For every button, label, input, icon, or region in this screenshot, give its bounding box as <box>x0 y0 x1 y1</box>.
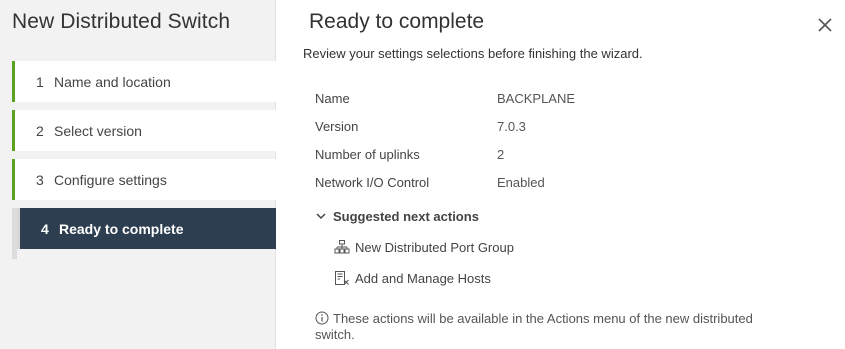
step-select-version[interactable]: 2 Select version <box>12 110 276 151</box>
summary-row: Name BACKPLANE <box>315 84 575 112</box>
wizard-steps: 1 Name and location 2 Select version 3 C… <box>12 61 276 257</box>
action-add-and-manage-hosts[interactable]: Add and Manage Hosts <box>334 268 795 288</box>
step-label: Select version <box>54 122 142 139</box>
info-icon <box>315 311 329 325</box>
page-title: Ready to complete <box>309 10 485 33</box>
step-label: Ready to complete <box>59 220 184 237</box>
action-label: Add and Manage Hosts <box>355 270 491 286</box>
step-name-and-location[interactable]: 1 Name and location <box>12 61 276 102</box>
next-actions-header: Suggested next actions <box>333 208 479 224</box>
wizard-title: New Distributed Switch <box>12 10 231 33</box>
summary-key: Version <box>315 118 359 134</box>
summary-row: Number of uplinks 2 <box>315 140 575 168</box>
step-configure-settings[interactable]: 3 Configure settings <box>12 159 276 200</box>
close-button[interactable] <box>815 15 835 35</box>
step-label: Name and location <box>54 73 171 90</box>
step-label: Configure settings <box>54 171 167 188</box>
suggested-next-actions: Suggested next actions New Distributed P… <box>315 206 795 288</box>
summary-row: Version 7.0.3 <box>315 112 575 140</box>
chevron-down-icon <box>316 213 326 220</box>
summary-value: 7.0.3 <box>497 118 526 134</box>
wizard-sidebar: New Distributed Switch 1 Name and locati… <box>0 0 276 349</box>
summary-key: Name <box>315 90 350 106</box>
wizard-content: Ready to complete Review your settings s… <box>277 0 845 349</box>
next-actions-toggle[interactable]: Suggested next actions <box>315 206 795 226</box>
step-rail <box>12 208 17 259</box>
summary-value: 2 <box>497 146 505 162</box>
action-label: New Distributed Port Group <box>355 239 514 255</box>
settings-summary: Name BACKPLANE Version 7.0.3 Number of u… <box>315 84 575 196</box>
summary-key: Network I/O Control <box>315 174 430 190</box>
port-group-icon <box>334 240 350 254</box>
hosts-icon <box>335 271 349 285</box>
note-text: These actions will be available in the A… <box>315 311 753 342</box>
summary-row: Network I/O Control Enabled <box>315 168 575 196</box>
action-new-distributed-port-group[interactable]: New Distributed Port Group <box>334 237 795 257</box>
step-ready-to-complete[interactable]: 4 Ready to complete <box>17 208 276 249</box>
actions-note: These actions will be available in the A… <box>315 311 795 343</box>
step-number: 3 <box>36 171 44 188</box>
close-icon <box>818 18 832 32</box>
page-subtitle: Review your settings selections before f… <box>303 46 643 61</box>
summary-key: Number of uplinks <box>315 146 420 162</box>
summary-value: Enabled <box>497 174 545 190</box>
step-number: 2 <box>36 122 44 139</box>
summary-value: BACKPLANE <box>497 90 576 106</box>
step-number: 4 <box>41 220 49 237</box>
step-number: 1 <box>36 73 44 90</box>
